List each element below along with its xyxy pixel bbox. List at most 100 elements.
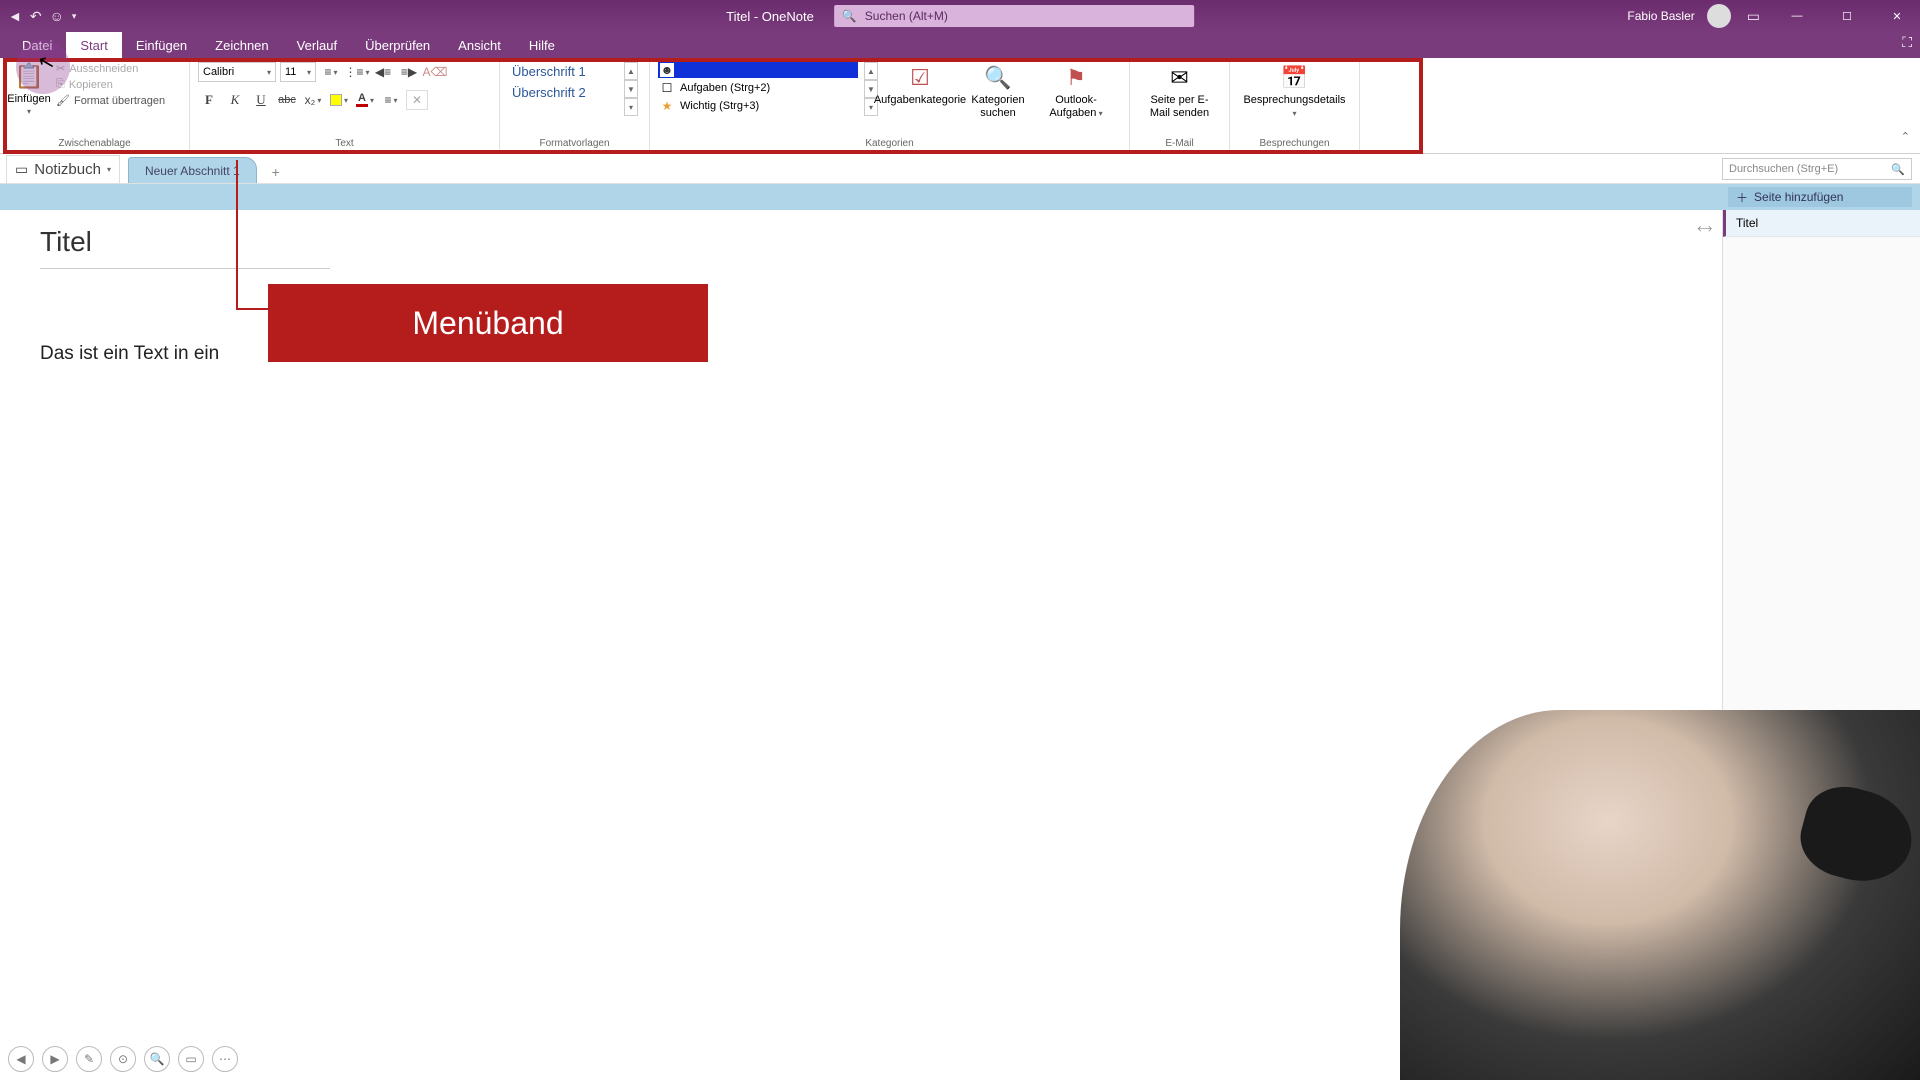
pres-next-button[interactable]: ▶ bbox=[42, 1046, 68, 1072]
pres-pen-button[interactable]: ✎ bbox=[76, 1046, 102, 1072]
numbering-button[interactable]: ⋮≡ bbox=[346, 62, 368, 82]
pres-more-button[interactable]: ⋯ bbox=[212, 1046, 238, 1072]
close-button[interactable]: ✕ bbox=[1874, 0, 1920, 32]
cut-button[interactable]: ✂Ausschneiden bbox=[56, 62, 165, 75]
tab-hilfe[interactable]: Hilfe bbox=[515, 32, 569, 58]
task-category-button[interactable]: ☑ Aufgabenkategorie bbox=[884, 62, 956, 107]
subscript-button[interactable]: x₂ bbox=[302, 90, 324, 110]
pres-prev-button[interactable]: ◀ bbox=[8, 1046, 34, 1072]
style-h1[interactable]: Überschrift 1 bbox=[508, 62, 618, 81]
paste-button[interactable]: 📋 Einfügen ▾ bbox=[8, 62, 50, 116]
styles-group-label: Formatvorlagen bbox=[508, 138, 641, 151]
notebook-bar: ▭ Notizbuch ▾ Neuer Abschnitt 1 + Durchs… bbox=[0, 154, 1920, 184]
find-tags-label: Kategorien suchen bbox=[962, 94, 1034, 120]
user-name[interactable]: Fabio Basler bbox=[1627, 9, 1694, 23]
expand-icon[interactable]: ⤢ bbox=[1694, 219, 1714, 239]
bullets-button[interactable]: ≡ bbox=[320, 62, 342, 82]
notebook-label: Notizbuch bbox=[34, 161, 101, 178]
font-family-select[interactable]: Calibri▾ bbox=[198, 62, 276, 82]
outdent-button[interactable]: ◀≡ bbox=[372, 62, 394, 82]
meeting-details-label: Besprechungsdetails bbox=[1243, 94, 1345, 120]
title-underline bbox=[40, 268, 330, 269]
highlight-button[interactable] bbox=[328, 90, 350, 110]
text-group-label: Text bbox=[198, 138, 491, 151]
copy-button[interactable]: ⎘Kopieren bbox=[56, 78, 165, 91]
format-painter-button[interactable]: 🖌 Format übertragen bbox=[56, 94, 165, 107]
ribbon-wrap: 📋 Einfügen ▾ ✂Ausschneiden ⎘Kopieren 🖌 Fo… bbox=[0, 58, 1920, 154]
pres-subtitles-button[interactable]: ▭ bbox=[178, 1046, 204, 1072]
touch-mode-icon[interactable]: ☺ bbox=[50, 8, 64, 24]
email-page-label: Seite per E-Mail senden bbox=[1144, 94, 1216, 120]
font-size: 11 bbox=[285, 66, 296, 78]
page-list-item-1[interactable]: Titel bbox=[1723, 210, 1920, 237]
tags-group-label: Kategorien bbox=[658, 138, 1121, 151]
cut-icon: ✂ bbox=[56, 62, 65, 75]
paste-icon: 📋 bbox=[14, 62, 44, 91]
window-title: Titel - OneNote bbox=[726, 9, 814, 24]
bold-button[interactable]: F bbox=[198, 90, 220, 110]
add-section-button[interactable]: + bbox=[263, 161, 289, 183]
tag-item-3[interactable]: ★Wichtig (Strg+3) bbox=[658, 98, 858, 114]
styles-more-button[interactable]: ▾ bbox=[624, 98, 638, 116]
maximize-button[interactable]: ☐ bbox=[1824, 0, 1870, 32]
title-bar: ◄ ↶ ☺ ▾ Titel - OneNote 🔍 Suchen (Alt+M)… bbox=[0, 0, 1920, 32]
brush-icon: 🖌 bbox=[56, 94, 70, 107]
email-page-button[interactable]: ✉ Seite per E-Mail senden bbox=[1144, 62, 1216, 120]
avatar[interactable] bbox=[1707, 4, 1731, 28]
styles-down-button[interactable]: ▼ bbox=[624, 80, 638, 98]
back-icon[interactable]: ◄ bbox=[8, 8, 22, 24]
font-size-select[interactable]: 11▾ bbox=[280, 62, 316, 82]
add-page-button[interactable]: ＋ Seite hinzufügen bbox=[1728, 187, 1912, 207]
webcam-overlay bbox=[1400, 710, 1920, 1080]
tab-datei[interactable]: Datei bbox=[8, 32, 66, 58]
undo-icon[interactable]: ↶ bbox=[30, 8, 42, 25]
clear-formatting-button[interactable]: A⌫ bbox=[424, 62, 446, 82]
notes-icon[interactable]: ▭ bbox=[1747, 8, 1760, 25]
italic-button[interactable]: K bbox=[224, 90, 246, 110]
format-painter-label: Format übertragen bbox=[74, 95, 165, 107]
pres-zoom-button[interactable]: 🔍 bbox=[144, 1046, 170, 1072]
align-button[interactable]: ≡ bbox=[380, 90, 402, 110]
check-task-icon: ☑ bbox=[910, 64, 930, 92]
find-tags-icon: 🔍 bbox=[984, 64, 1011, 92]
tab-zeichnen[interactable]: Zeichnen bbox=[201, 32, 282, 58]
emoji-icon: ☻ bbox=[660, 63, 674, 77]
minimize-button[interactable]: ― bbox=[1774, 0, 1820, 32]
add-page-label: Seite hinzufügen bbox=[1754, 190, 1843, 204]
tab-start[interactable]: Start bbox=[66, 32, 121, 58]
search-placeholder: Suchen (Alt+M) bbox=[865, 9, 948, 23]
qat-dropdown-icon[interactable]: ▾ bbox=[72, 11, 77, 22]
tab-einfuegen[interactable]: Einfügen bbox=[122, 32, 201, 58]
styles-up-button[interactable]: ▲ bbox=[624, 62, 638, 80]
search-sections-input[interactable]: Durchsuchen (Strg+E) 🔍 bbox=[1722, 158, 1912, 180]
style-h2[interactable]: Überschrift 2 bbox=[508, 83, 618, 102]
pres-laser-button[interactable]: ⊙ bbox=[110, 1046, 136, 1072]
tab-verlauf[interactable]: Verlauf bbox=[283, 32, 351, 58]
collapse-ribbon-icon[interactable]: ⌃ bbox=[1901, 130, 1910, 143]
group-styles: Überschrift 1 Überschrift 2 ▲ ▼ ▾ Format… bbox=[500, 58, 650, 153]
group-text: Calibri▾ 11▾ ≡ ⋮≡ ◀≡ ≡▶ A⌫ F K U abc x₂ … bbox=[190, 58, 500, 153]
delete-button[interactable]: ✕ bbox=[406, 90, 428, 110]
group-tags: ☻ ☐Aufgaben (Strg+2) ★Wichtig (Strg+3) ▲… bbox=[650, 58, 1130, 153]
envelope-icon: ✉ bbox=[1170, 64, 1188, 92]
font-color-button[interactable]: A bbox=[354, 90, 376, 110]
underline-button[interactable]: U bbox=[250, 90, 272, 110]
clipboard-group-label: Zwischenablage bbox=[8, 138, 181, 151]
tags-up-button[interactable]: ▲ bbox=[864, 62, 878, 80]
fullscreen-icon[interactable]: ⛶ bbox=[1902, 34, 1912, 51]
page-title[interactable]: Titel bbox=[40, 226, 320, 264]
indent-button[interactable]: ≡▶ bbox=[398, 62, 420, 82]
tag-item-2[interactable]: ☐Aufgaben (Strg+2) bbox=[658, 80, 858, 96]
find-tags-button[interactable]: 🔍 Kategorien suchen bbox=[962, 62, 1034, 120]
tag-item-1[interactable]: ☻ bbox=[658, 62, 858, 78]
checkbox-icon: ☐ bbox=[660, 81, 674, 95]
tab-ueberpruefen[interactable]: Überprüfen bbox=[351, 32, 444, 58]
strikethrough-button[interactable]: abc bbox=[276, 90, 298, 110]
meeting-details-button[interactable]: 📅 Besprechungsdetails bbox=[1259, 62, 1331, 120]
outlook-tasks-button[interactable]: ⚑ Outlook-Aufgaben bbox=[1040, 62, 1112, 120]
presentation-controls: ◀ ▶ ✎ ⊙ 🔍 ▭ ⋯ bbox=[8, 1046, 238, 1072]
search-box[interactable]: 🔍 Suchen (Alt+M) bbox=[834, 5, 1194, 27]
menu-bar: Datei Start Einfügen Zeichnen Verlauf Üb… bbox=[0, 32, 1920, 58]
notebook-selector[interactable]: ▭ Notizbuch ▾ bbox=[6, 155, 120, 183]
tab-ansicht[interactable]: Ansicht bbox=[444, 32, 515, 58]
